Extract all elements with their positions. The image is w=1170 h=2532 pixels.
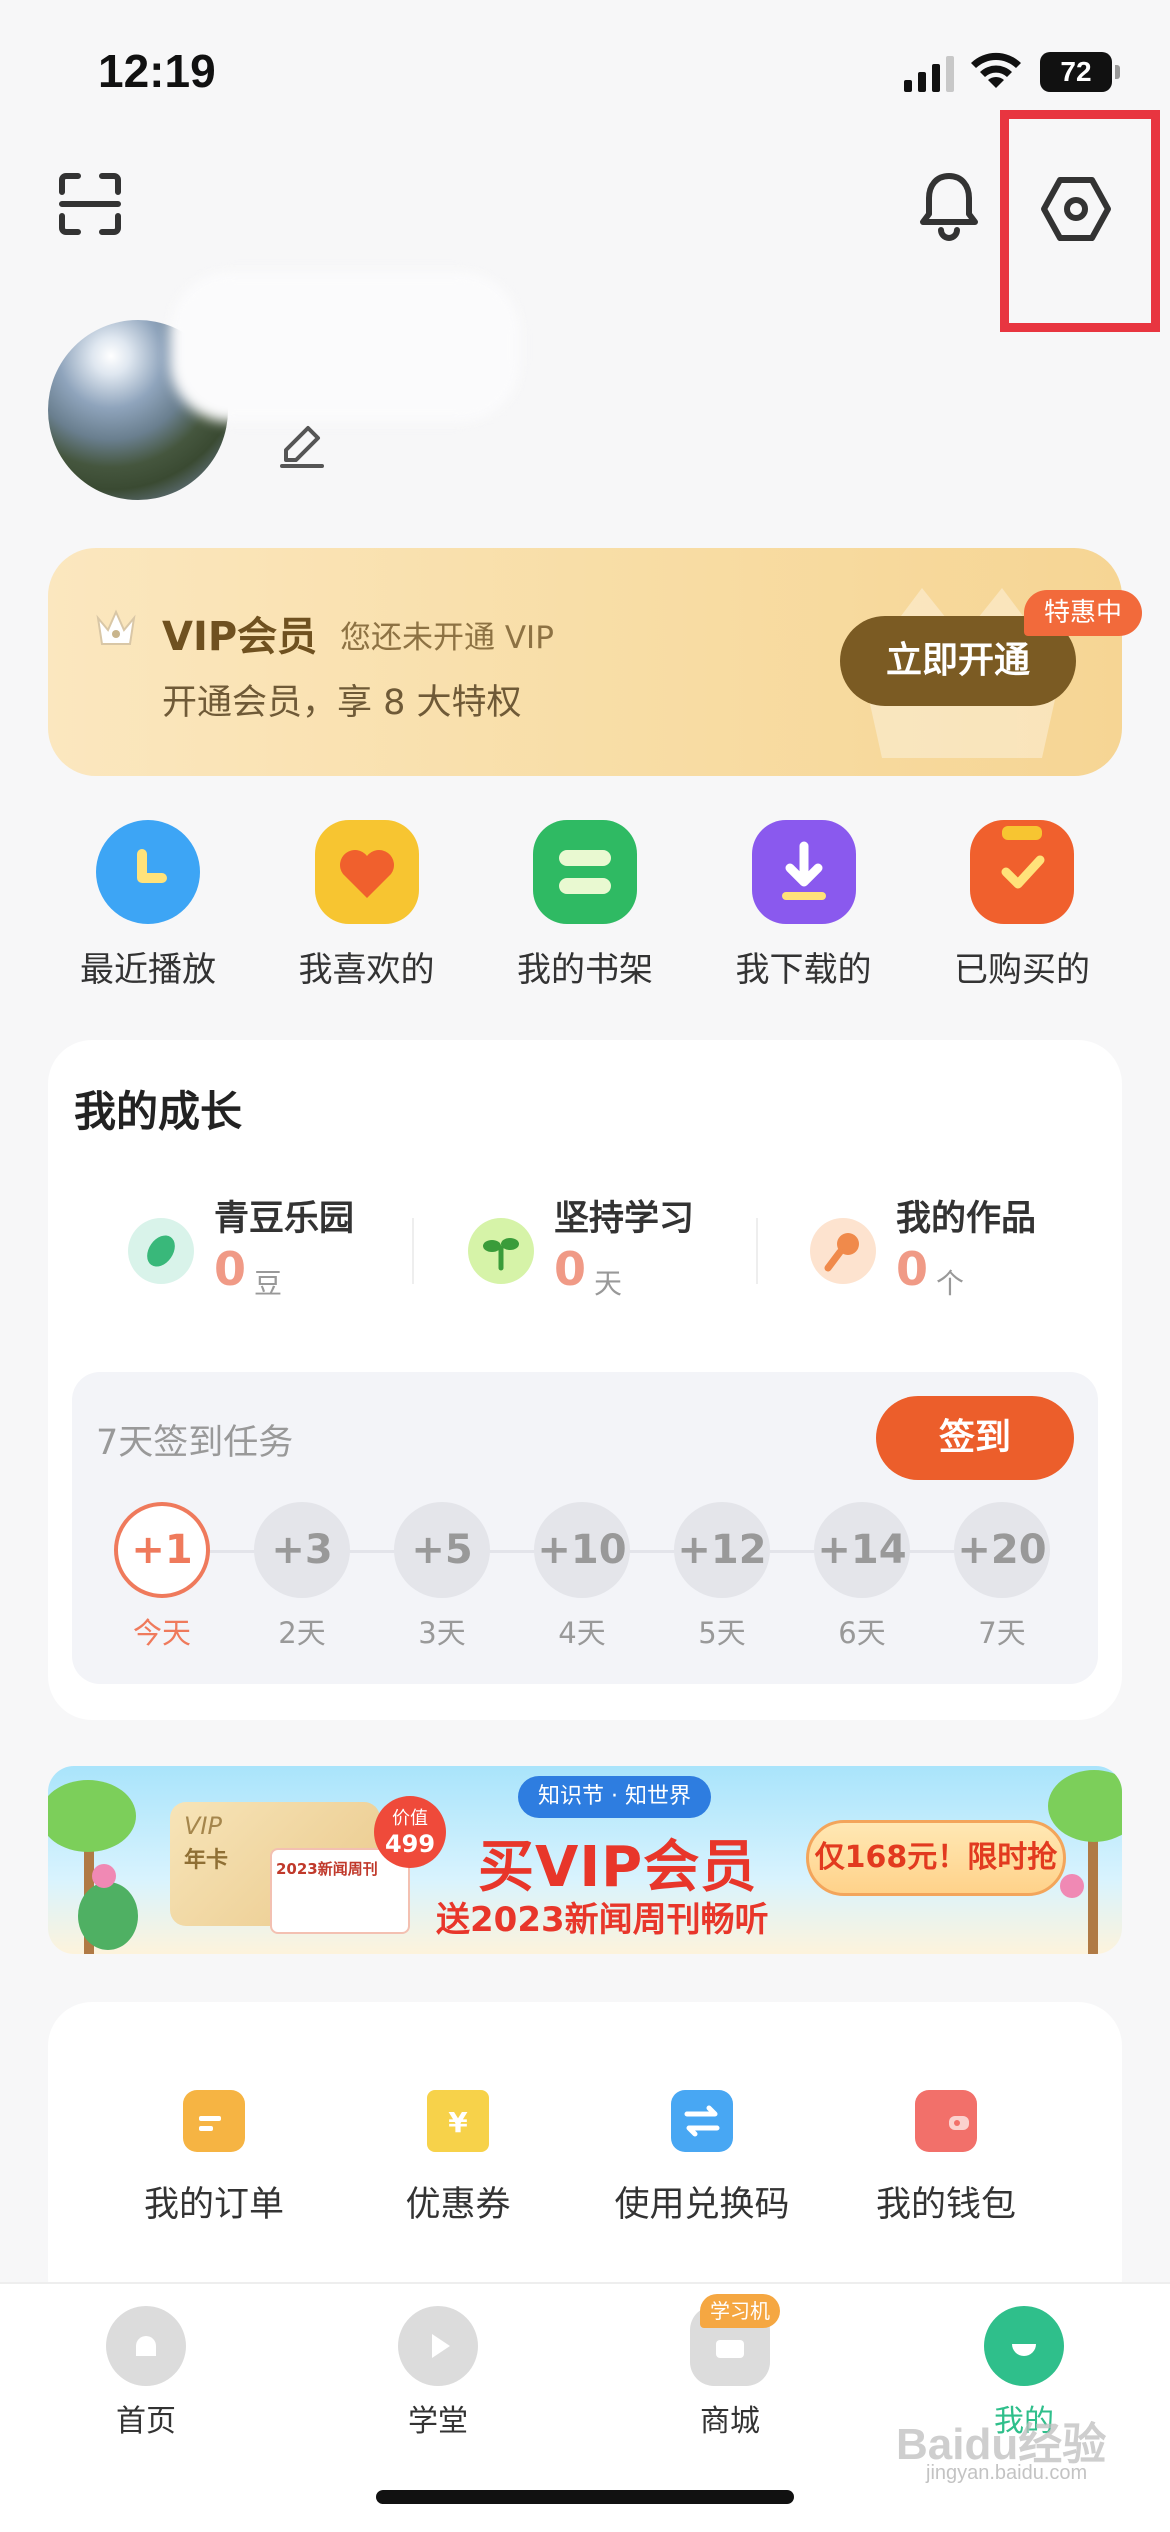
- shop-badge: 学习机: [700, 2294, 780, 2328]
- username-redacted: [170, 272, 520, 422]
- edit-pencil-icon[interactable]: [280, 422, 324, 468]
- wifi-icon: [971, 52, 1021, 88]
- quick-purchased[interactable]: 已购买的: [922, 820, 1122, 1000]
- checkin-title: 7天签到任务: [96, 1423, 294, 1463]
- tree-illustration-icon: [48, 1780, 138, 1954]
- crown-icon: [96, 609, 136, 645]
- bookshelf-icon: [533, 820, 637, 924]
- checkin-day: +1 今天: [114, 1502, 210, 1652]
- order-icon: [183, 2090, 245, 2152]
- checkin-day: +10 4天: [534, 1502, 630, 1652]
- quick-favorites[interactable]: 我喜欢的: [267, 820, 467, 1000]
- quick-downloads[interactable]: 我下载的: [704, 820, 904, 1000]
- vip-discount-badge: 特惠中: [1024, 590, 1142, 636]
- service-wallet[interactable]: 我的钱包: [826, 2090, 1066, 2227]
- promo-tag: 知识节 · 知世界: [518, 1776, 711, 1818]
- checkin-day: +20 7天: [954, 1502, 1050, 1652]
- home-indicator[interactable]: [376, 2490, 794, 2504]
- stat-divider: [756, 1218, 758, 1284]
- profile-icon: [984, 2306, 1064, 2386]
- vip-membership-card[interactable]: VIP会员 您还未开通 VIP 开通会员，享 8 大特权 立即开通: [48, 548, 1122, 776]
- purchased-bag-icon: [970, 820, 1074, 924]
- download-icon: [751, 820, 856, 924]
- stat-my-works[interactable]: 我的作品 0 个: [810, 1190, 1090, 1330]
- promo-cta-button[interactable]: 仅168元！限时抢: [806, 1820, 1066, 1896]
- checkin-day: +3 2天: [254, 1502, 350, 1652]
- service-redeem-code[interactable]: 使用兑换码: [582, 2090, 822, 2227]
- wallet-icon: [915, 2090, 977, 2152]
- scan-icon[interactable]: [58, 172, 122, 236]
- quick-recent-play[interactable]: 最近播放: [48, 820, 248, 1000]
- service-my-orders[interactable]: 我的订单: [94, 2090, 334, 2227]
- bean-icon: [128, 1218, 194, 1284]
- checkin-task: 7天签到任务 签到 +1 今天 +3 2天 +5 3天 +10 4天 +12 5…: [72, 1372, 1098, 1684]
- play-icon: [398, 2306, 478, 2386]
- promo-banner[interactable]: VIP 年卡 2023新闻周刊 价值 499 知识节 · 知世界 买VIP会员 …: [48, 1766, 1122, 1954]
- price-badge: 价值 499: [374, 1796, 446, 1868]
- battery-icon: 72: [1040, 52, 1120, 92]
- heart-icon: [314, 820, 419, 924]
- tab-school[interactable]: 学堂: [368, 2306, 508, 2440]
- sprout-icon: [468, 1218, 534, 1284]
- microphone-icon: [810, 1218, 876, 1284]
- home-icon: [106, 2306, 186, 2386]
- tab-home[interactable]: 首页: [76, 2306, 216, 2440]
- service-coupons[interactable]: ¥ 优惠券: [338, 2090, 578, 2227]
- checkin-day: +14 6天: [814, 1502, 910, 1652]
- svg-text:¥: ¥: [448, 2106, 468, 2139]
- stat-divider: [412, 1218, 414, 1284]
- stat-bean-park[interactable]: 青豆乐园 0 豆: [128, 1190, 388, 1330]
- vip-description: 开通会员，享 8 大特权: [162, 683, 522, 723]
- highlight-annotation-box: [1000, 110, 1160, 332]
- growth-card: 我的成长 青豆乐园 0 豆 坚持学习 0 天 我的作品 0 个 7天签到任务 签…: [48, 1040, 1122, 1720]
- checkin-button[interactable]: 签到: [876, 1396, 1074, 1480]
- coupon-icon: ¥: [427, 2090, 489, 2152]
- stat-study-streak[interactable]: 坚持学习 0 天: [468, 1190, 728, 1330]
- promo-headline: 买VIP会员: [478, 1835, 758, 1900]
- services-card: 我的订单 ¥ 优惠券 使用兑换码 我的钱包: [48, 2002, 1122, 2322]
- quick-actions: 最近播放 我喜欢的 我的书架 我下载的 已购买的: [48, 820, 1122, 1000]
- quick-bookshelf[interactable]: 我的书架: [485, 820, 685, 1000]
- vip-subtitle: 您还未开通 VIP: [340, 620, 554, 656]
- status-time: 12:19: [98, 45, 216, 97]
- cellular-signal-icon: [904, 56, 954, 92]
- tree-illustration-icon: [1048, 1770, 1122, 1954]
- vip-title: VIP会员: [162, 614, 318, 660]
- checkin-day: +12 5天: [674, 1502, 770, 1652]
- clock-icon: [96, 820, 200, 924]
- checkin-day: +5 3天: [394, 1502, 490, 1652]
- promo-subline: 送2023新闻周刊畅听: [436, 1900, 769, 1940]
- exchange-icon: [671, 2090, 733, 2152]
- watermark-url: jingyan.baidu.com: [926, 2462, 1088, 2484]
- bell-icon[interactable]: [916, 170, 982, 242]
- status-bar: 12:19 72: [0, 0, 1170, 140]
- growth-title: 我的成长: [74, 1087, 243, 1136]
